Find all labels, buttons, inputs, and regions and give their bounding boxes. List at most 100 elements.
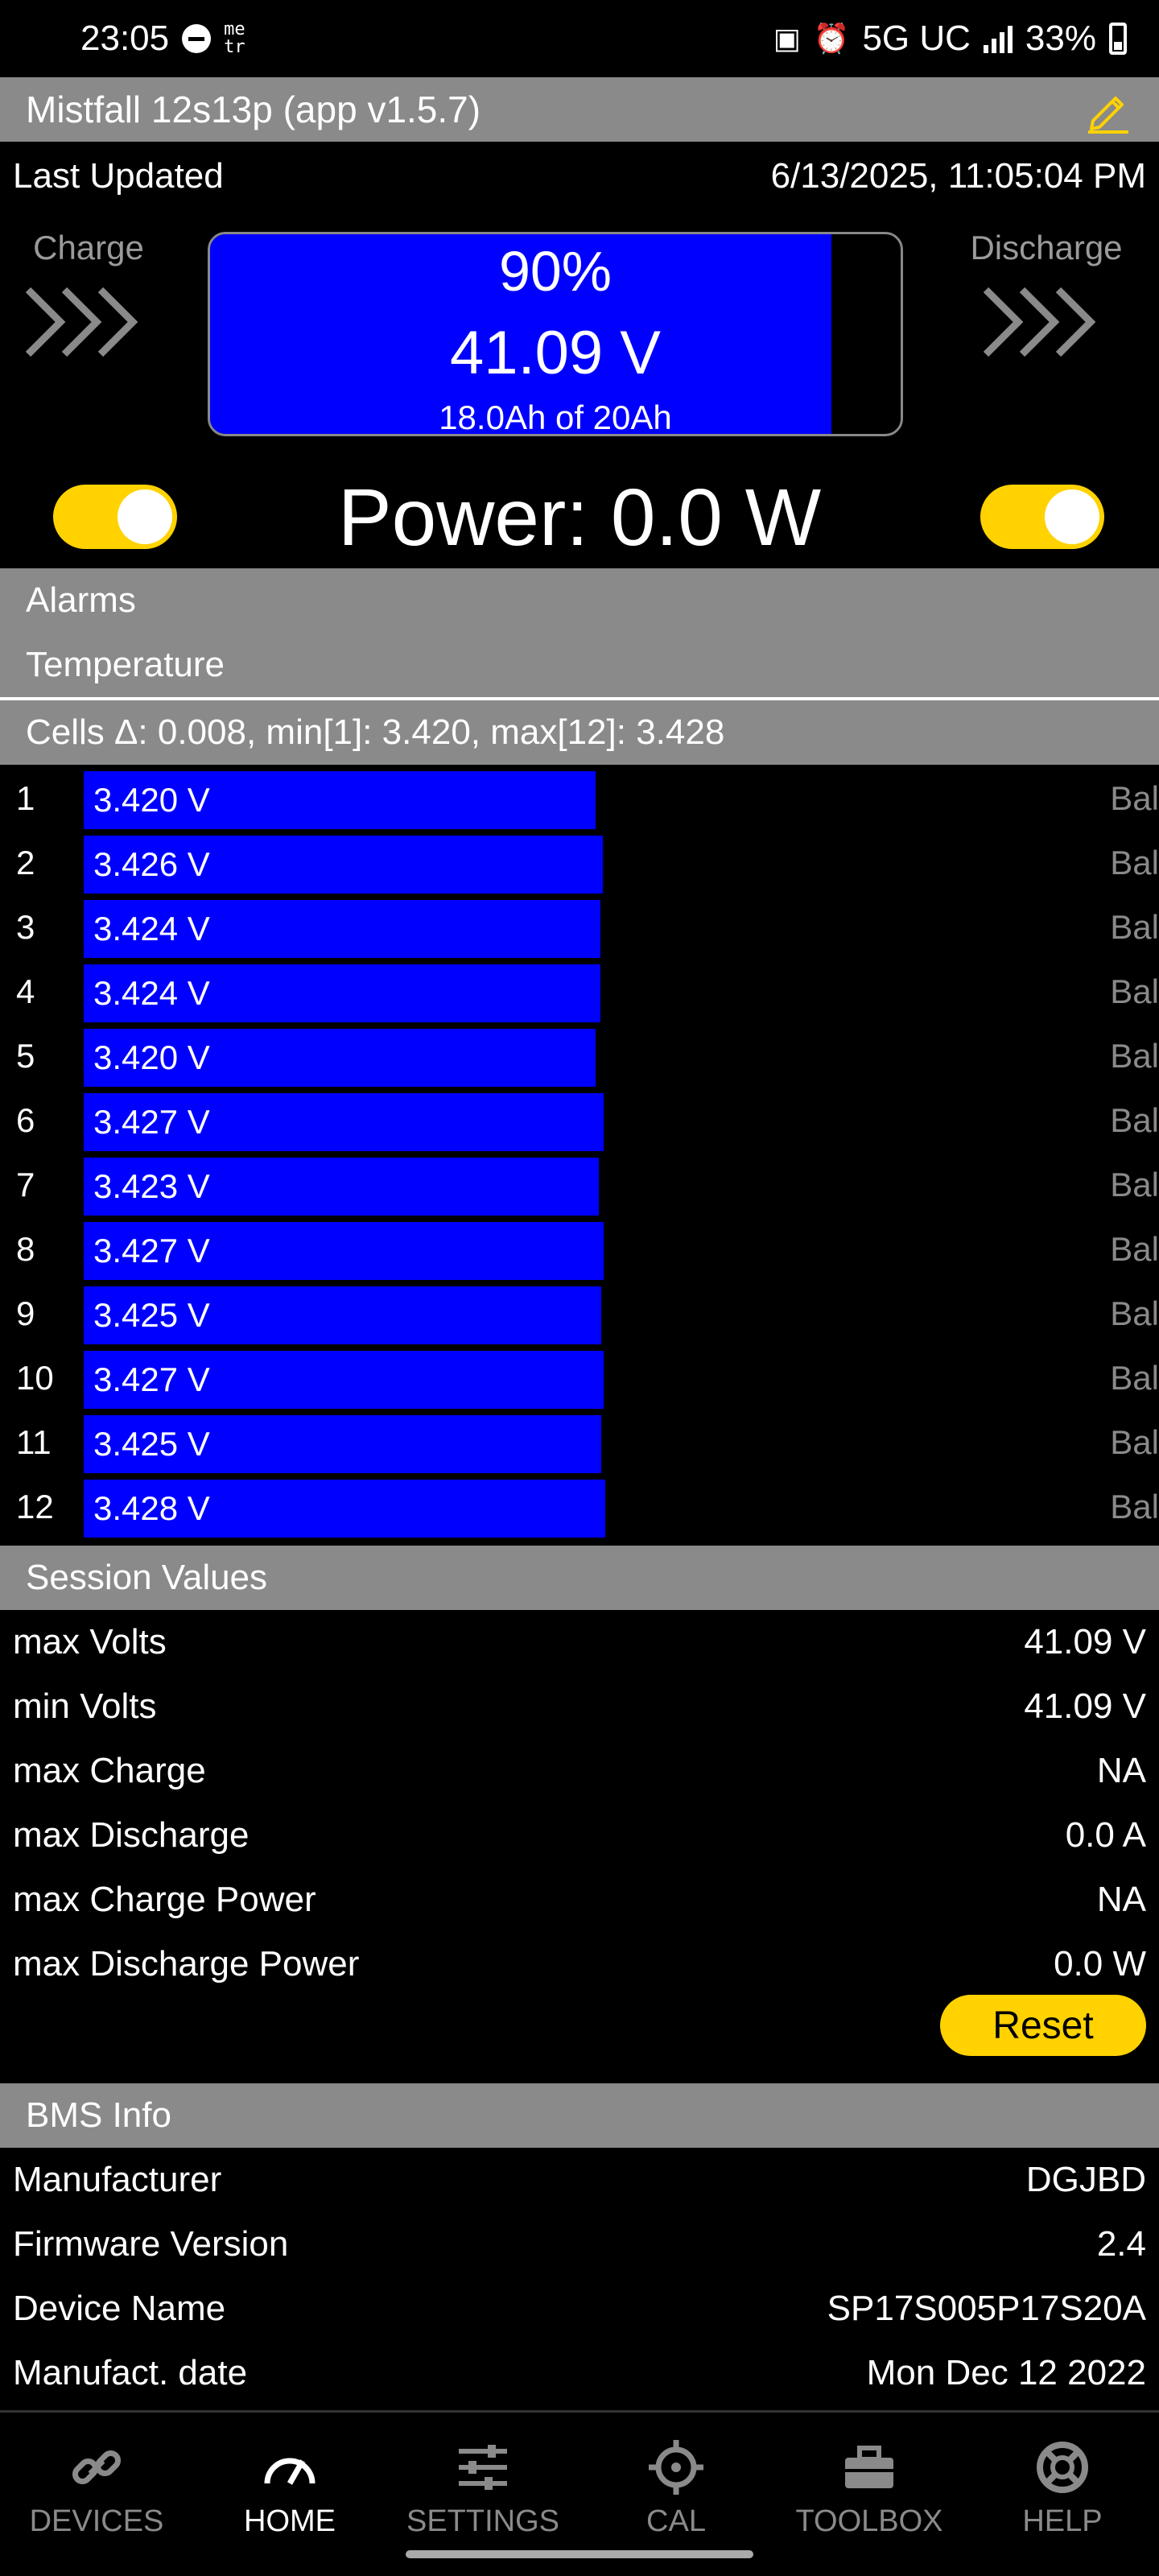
cell-row: 5 3.420 V Bal xyxy=(0,1026,1159,1090)
cell-row: 9 3.425 V Bal xyxy=(0,1283,1159,1348)
pencil-icon[interactable] xyxy=(1082,84,1133,135)
reset-button[interactable]: Reset xyxy=(940,1995,1146,2056)
device-title: Mistfall 12s13p (app v1.5.7) xyxy=(26,89,481,130)
cell-voltage-bar: 3.427 V xyxy=(84,1351,604,1409)
gauge-icon xyxy=(264,2458,316,2485)
cell-row: 8 3.427 V Bal xyxy=(0,1219,1159,1283)
bms-info-value: Mon Dec 12 2022 xyxy=(866,2353,1146,2392)
bms-info-row: Manufacturer DGJBD xyxy=(0,2148,1159,2212)
cell-row: 6 3.427 V Bal xyxy=(0,1090,1159,1154)
cell-voltage-bar: 3.426 V xyxy=(84,836,603,894)
crosshair-icon xyxy=(649,2440,703,2495)
cell-number: 3 xyxy=(16,908,35,946)
bms-info-row: Manufact. date Mon Dec 12 2022 xyxy=(0,2341,1159,2405)
discharge-toggle[interactable] xyxy=(980,485,1104,549)
bms-info-label: Firmware Version xyxy=(13,2224,289,2264)
temperature-section[interactable]: Temperature xyxy=(0,633,1159,697)
nav-item-toolbox[interactable]: TOOLBOX xyxy=(773,2413,966,2576)
status-bar: 23:05 me tr ▣ ⏰ 5G UC 33% xyxy=(0,0,1159,77)
battery-gauge: 90% 41.09 V 18.0Ah of 20Ah xyxy=(208,232,903,436)
nav-label: HELP xyxy=(1022,2504,1103,2538)
cell-balance-status: Bal xyxy=(1110,1166,1159,1203)
bms-info-value: SP17S005P17S20A xyxy=(827,2289,1146,2328)
session-value: NA xyxy=(1096,1751,1146,1790)
toolbox-icon xyxy=(845,2446,893,2488)
chevrons-right-icon xyxy=(25,287,138,357)
capacity-text: 18.0Ah of 20Ah xyxy=(439,398,672,436)
cell-number: 5 xyxy=(16,1037,35,1075)
cell-balance-status: Bal xyxy=(1110,1488,1159,1525)
charge-indicator: Charge xyxy=(0,229,177,370)
cell-voltage-bar: 3.427 V xyxy=(84,1093,604,1151)
nav-item-devices[interactable]: DEVICES xyxy=(0,2413,193,2576)
cell-row: 11 3.425 V Bal xyxy=(0,1412,1159,1476)
cell-number: 4 xyxy=(16,972,35,1010)
session-row: max Discharge Power 0.0 W xyxy=(0,1932,1159,1996)
session-label: max Discharge Power xyxy=(13,1944,360,1984)
cell-row: 2 3.426 V Bal xyxy=(0,832,1159,897)
cell-balance-status: Bal xyxy=(1110,908,1159,946)
bms-info-value: 2.4 xyxy=(1096,2224,1146,2264)
bms-info-label: Device Name xyxy=(13,2289,226,2328)
cell-row: 12 3.428 V Bal xyxy=(0,1476,1159,1541)
session-row: max Charge Power NA xyxy=(0,1868,1159,1932)
network-type: 5G UC xyxy=(862,19,971,58)
bms-info-header[interactable]: BMS Info xyxy=(0,2083,1159,2148)
cell-number: 10 xyxy=(16,1359,54,1397)
nav-item-home[interactable]: HOME xyxy=(193,2413,386,2576)
status-bar-right: ▣ ⏰ 5G UC 33% xyxy=(773,19,1127,59)
session-row: max Discharge 0.0 A xyxy=(0,1803,1159,1868)
cell-number: 1 xyxy=(16,779,35,817)
nav-label: CAL xyxy=(646,2504,706,2538)
signal-icon xyxy=(983,24,1013,53)
alarm-icon: ⏰ xyxy=(813,22,850,55)
cell-number: 7 xyxy=(16,1166,35,1203)
session-row: min Volts 41.09 V xyxy=(0,1674,1159,1739)
do-not-disturb-icon xyxy=(182,24,212,53)
cells-summary-header[interactable]: Cells Δ: 0.008, min[1]: 3.420, max[12]: … xyxy=(0,700,1159,765)
link-icon xyxy=(72,2450,122,2485)
cell-voltage-bar: 3.424 V xyxy=(84,964,600,1022)
lifebuoy-icon xyxy=(1037,2442,1088,2493)
session-label: max Discharge xyxy=(13,1815,250,1855)
nav-item-help[interactable]: HELP xyxy=(966,2413,1159,2576)
session-row: max Volts 41.09 V xyxy=(0,1610,1159,1674)
battery-saver-icon: ▣ xyxy=(773,22,801,55)
app-title-bar: Mistfall 12s13p (app v1.5.7) xyxy=(0,77,1159,142)
status-bar-left: 23:05 me tr xyxy=(80,19,245,59)
cell-row: 7 3.423 V Bal xyxy=(0,1154,1159,1219)
cell-number: 8 xyxy=(16,1230,35,1268)
battery-gauge-area: Charge 90% 41.09 V 18.0Ah of 20Ah Discha… xyxy=(0,211,1159,452)
cell-row: 3 3.424 V Bal xyxy=(0,897,1159,961)
cell-balance-status: Bal xyxy=(1110,1294,1159,1332)
cell-number: 9 xyxy=(16,1294,35,1332)
discharge-label: Discharge xyxy=(970,229,1123,266)
cell-voltage-bar: 3.420 V xyxy=(84,771,596,829)
alarms-section[interactable]: Alarms xyxy=(0,568,1159,633)
battery-icon xyxy=(1109,23,1127,55)
chevrons-right-icon xyxy=(983,287,1096,357)
session-value: 41.09 V xyxy=(1024,1622,1146,1662)
state-of-charge: 90% xyxy=(498,240,612,303)
bms-info-label: Manufact. date xyxy=(13,2353,248,2392)
cell-balance-status: Bal xyxy=(1110,1359,1159,1397)
cell-number: 12 xyxy=(16,1488,54,1525)
bms-info-row: Firmware Version 2.4 xyxy=(0,2212,1159,2277)
session-value: NA xyxy=(1096,1880,1146,1919)
session-label: max Charge xyxy=(13,1751,206,1790)
discharge-indicator: Discharge xyxy=(958,229,1135,370)
cell-balance-status: Bal xyxy=(1110,972,1159,1010)
cell-balance-status: Bal xyxy=(1110,1230,1159,1268)
home-indicator[interactable] xyxy=(406,2550,753,2558)
sliders-icon xyxy=(459,2445,507,2490)
cell-number: 11 xyxy=(16,1423,52,1461)
session-values-header[interactable]: Session Values xyxy=(0,1546,1159,1610)
session-value: 41.09 V xyxy=(1024,1686,1146,1726)
cell-voltage-bar: 3.427 V xyxy=(84,1222,604,1280)
nav-label: HOME xyxy=(244,2504,336,2538)
bms-info-value: DGJBD xyxy=(1025,2160,1146,2199)
clock: 23:05 xyxy=(80,19,170,58)
charge-label: Charge xyxy=(33,229,144,266)
cell-balance-status: Bal xyxy=(1110,1101,1159,1139)
cell-balance-status: Bal xyxy=(1110,844,1159,881)
